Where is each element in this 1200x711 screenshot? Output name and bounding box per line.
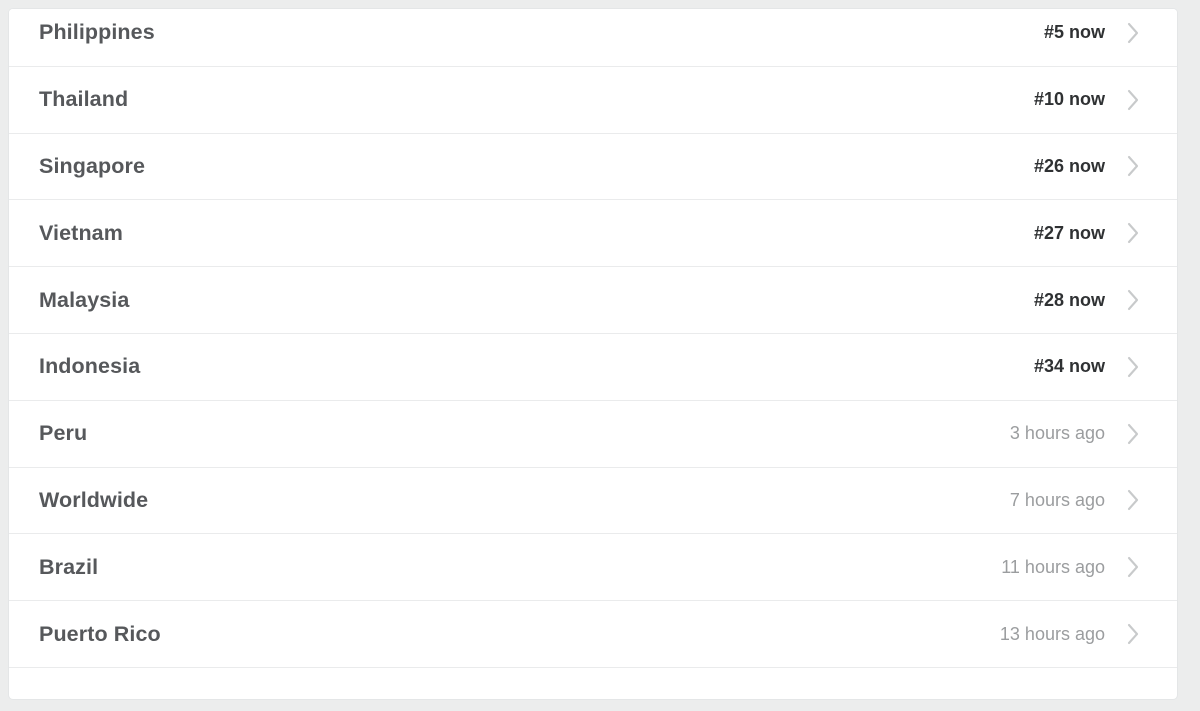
location-name: Worldwide	[39, 487, 149, 512]
location-name: Thailand	[39, 87, 129, 112]
trend-rank-label: #28 now	[1033, 289, 1105, 310]
chevron-right-icon[interactable]	[1105, 489, 1161, 511]
trend-rank-label: #10 now	[1033, 89, 1105, 110]
list-item[interactable]: Puerto Rico 13 hours ago	[9, 601, 1177, 668]
list-item[interactable]: Thailand #10 now	[9, 66, 1177, 134]
list-item[interactable]: Singapore #26 now	[9, 133, 1177, 201]
chevron-right-icon[interactable]	[1105, 155, 1161, 177]
chevron-right-icon[interactable]	[1105, 623, 1161, 645]
trend-rank-label: #26 now	[1033, 155, 1105, 176]
location-list: Philippines #5 now Thailand #10 now Singapor…	[9, 9, 1177, 668]
list-item[interactable]: Malaysia #28 now	[9, 267, 1177, 334]
list-item[interactable]: Philippines #5 now	[9, 9, 1177, 67]
location-name: Puerto Rico	[39, 621, 161, 646]
last-updated-label: 7 hours ago	[1009, 489, 1105, 510]
list-item[interactable]: Brazil 11 hours ago	[9, 534, 1177, 602]
trend-rank-label: #34 now	[1033, 356, 1105, 377]
location-name: Malaysia	[39, 287, 130, 312]
last-updated-label: 13 hours ago	[999, 623, 1105, 644]
trending-locations-card: Philippines #5 now Thailand #10 now Singapor…	[8, 8, 1178, 700]
location-name: Indonesia	[39, 354, 141, 379]
list-item[interactable]: Indonesia #34 now	[9, 333, 1177, 401]
list-item[interactable]: Peru 3 hours ago	[9, 400, 1177, 468]
location-name: Singapore	[39, 153, 146, 178]
chevron-right-icon[interactable]	[1105, 289, 1161, 311]
chevron-right-icon[interactable]	[1105, 356, 1161, 378]
chevron-right-icon[interactable]	[1105, 89, 1161, 111]
chevron-right-icon[interactable]	[1105, 222, 1161, 244]
trend-rank-label: #27 now	[1033, 222, 1105, 243]
location-name: Peru	[39, 421, 88, 446]
location-name: Brazil	[39, 554, 99, 579]
chevron-right-icon[interactable]	[1105, 556, 1161, 578]
location-name: Philippines	[39, 20, 155, 45]
last-updated-label: 3 hours ago	[1009, 423, 1105, 444]
chevron-right-icon[interactable]	[1105, 22, 1161, 44]
list-item[interactable]: Worldwide 7 hours ago	[9, 467, 1177, 535]
list-item[interactable]: Vietnam #27 now	[9, 200, 1177, 268]
location-name: Vietnam	[39, 220, 123, 245]
chevron-right-icon[interactable]	[1105, 423, 1161, 445]
trend-rank-label: #5 now	[1043, 22, 1105, 43]
last-updated-label: 11 hours ago	[1001, 556, 1105, 577]
